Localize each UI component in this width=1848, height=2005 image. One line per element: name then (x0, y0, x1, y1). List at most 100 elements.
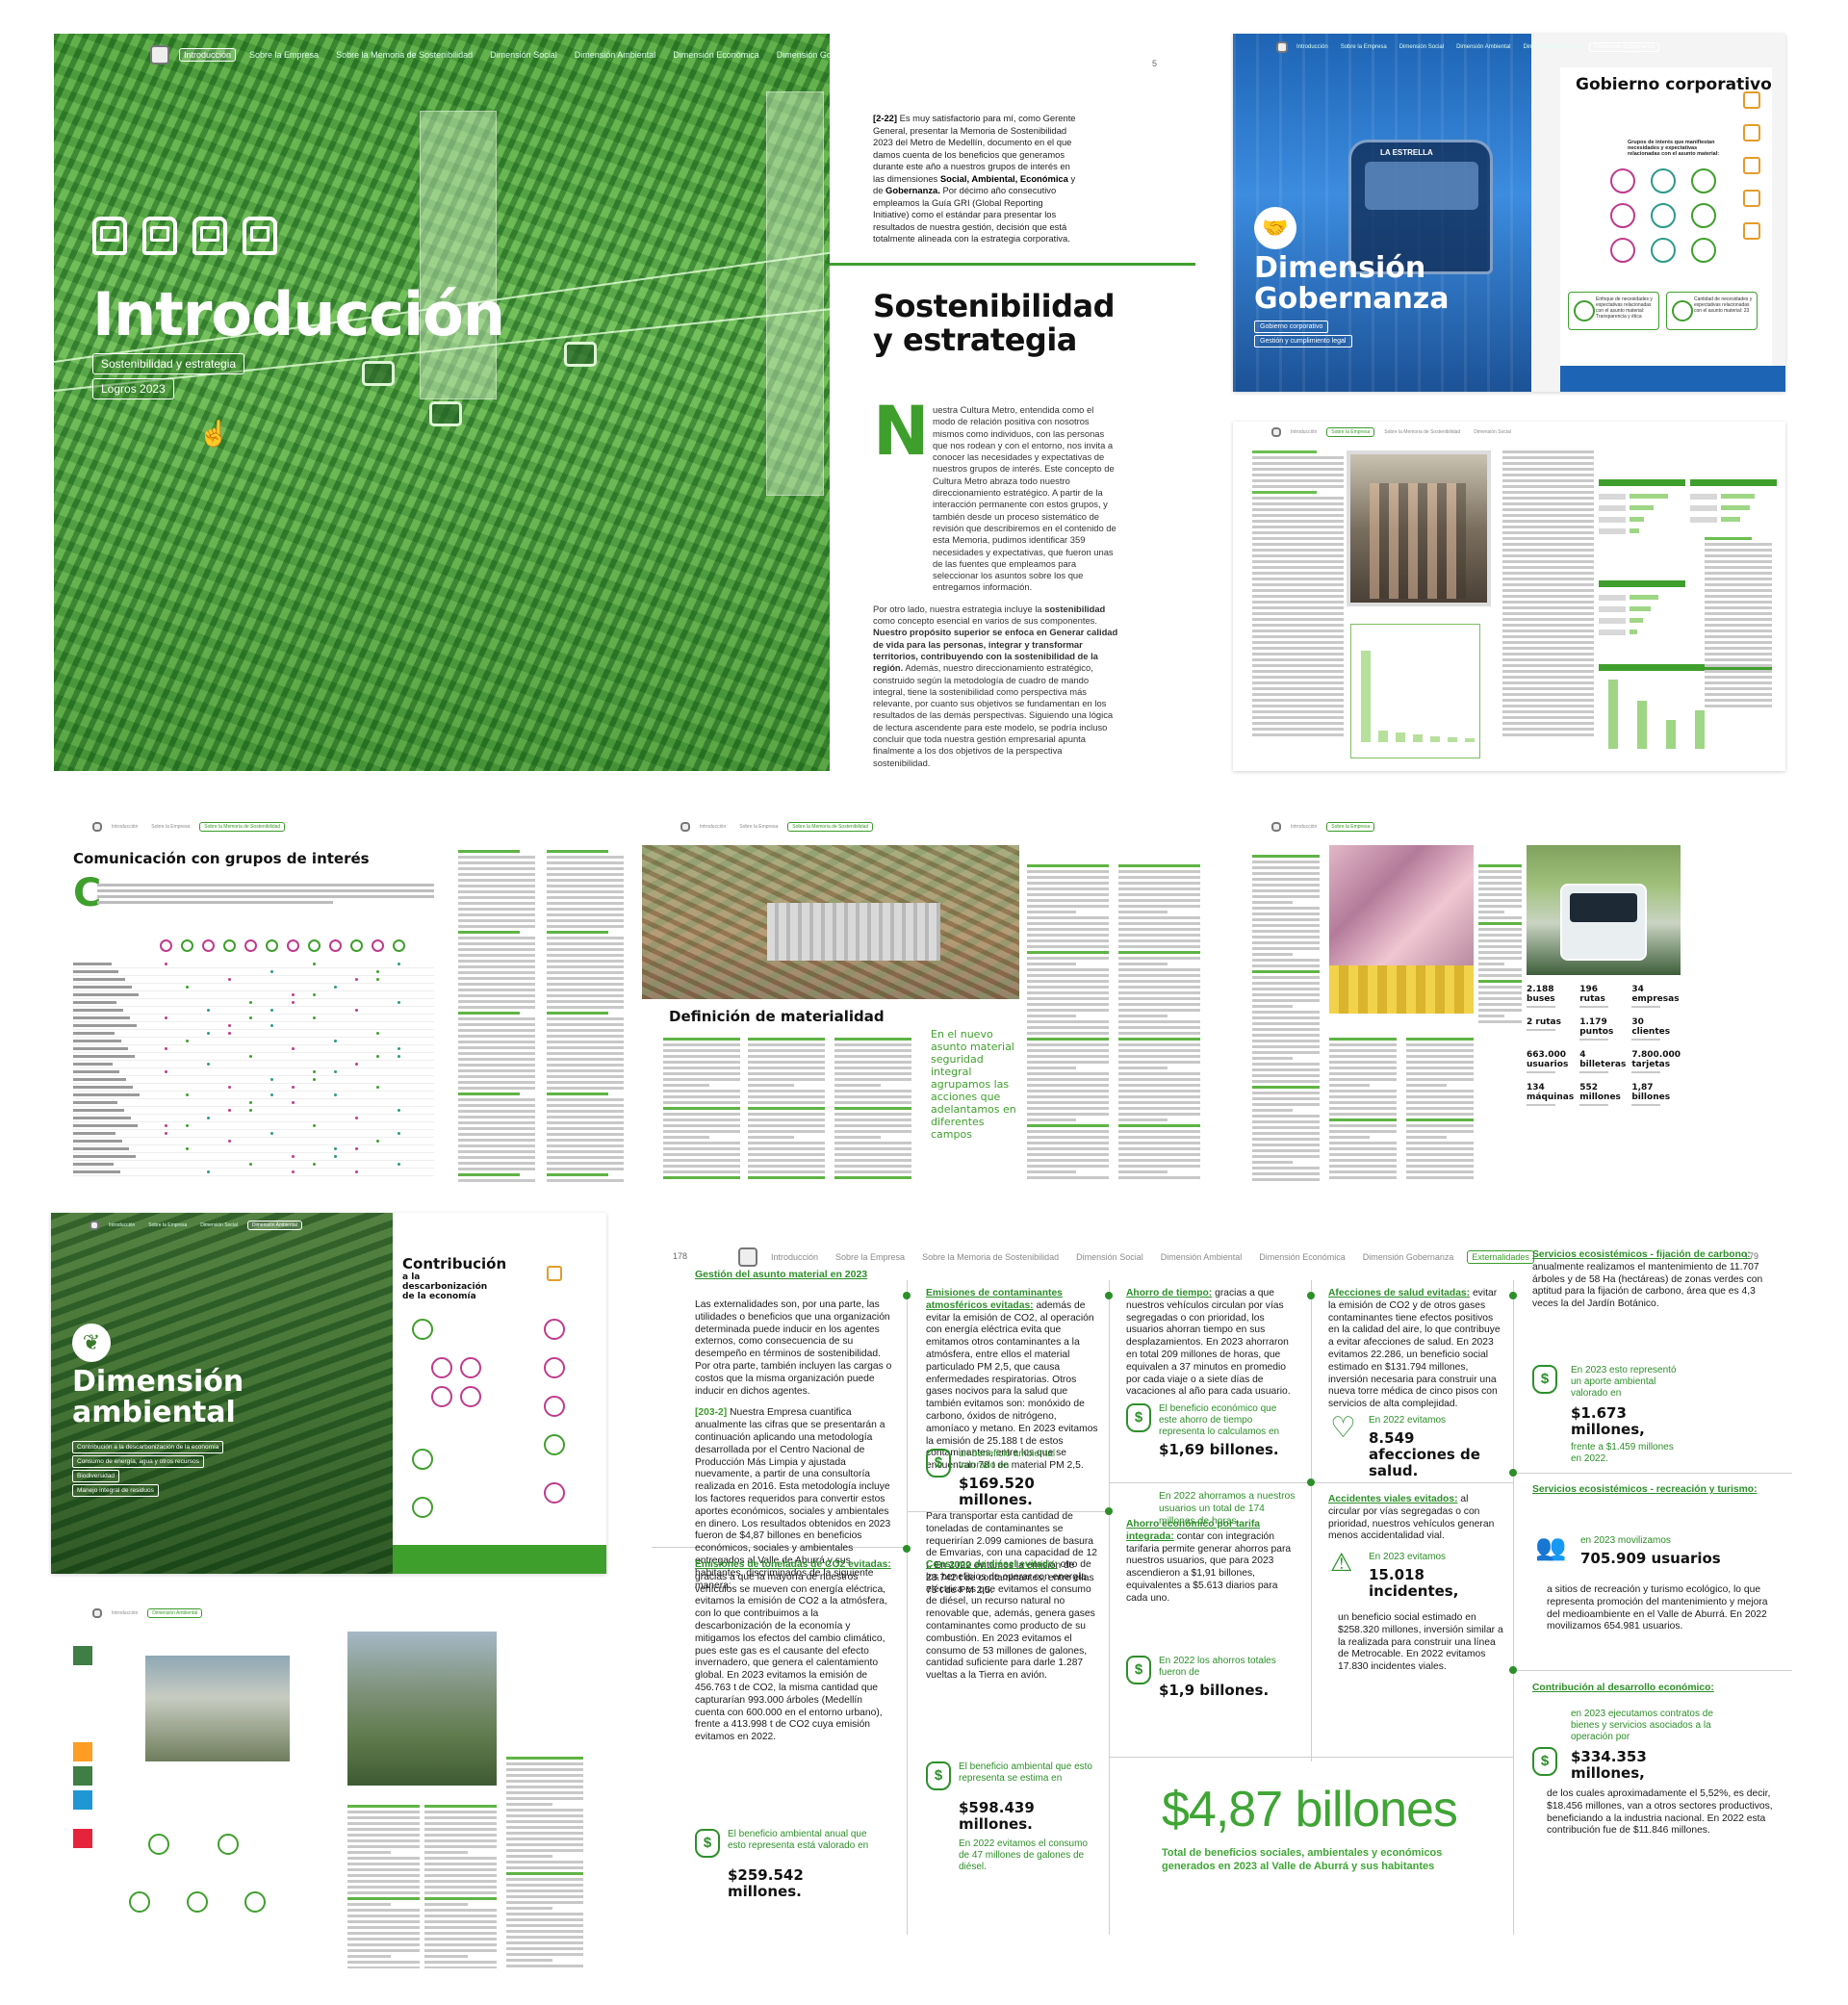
text-line (663, 1176, 740, 1179)
tag-descarbonizacion[interactable]: Contribución a la descarbonización de la… (72, 1441, 224, 1453)
text-line (506, 1965, 583, 1967)
money-bag-icon: $ (695, 1829, 720, 1858)
nav-economica[interactable]: Dimensión Económica (1519, 43, 1584, 51)
nav-social[interactable]: Dimensión Social (486, 49, 561, 61)
nav-empresa[interactable]: Sobre la Empresa (735, 823, 782, 831)
nav-externalidades[interactable]: Externalidades (1467, 1250, 1534, 1264)
nav-ambiental[interactable]: Dimensión Ambiental (1452, 43, 1514, 51)
nav-memoria[interactable]: Sobre la Memoria de Sostenibilidad (918, 1251, 1063, 1263)
text-line (748, 1159, 825, 1162)
metro-logo-icon[interactable] (92, 822, 102, 832)
text-line (1252, 930, 1320, 933)
matrix-dot (270, 1132, 273, 1135)
body-text: Además, nuestro direccionamiento estraté… (873, 662, 1114, 768)
tag-biodiversidad[interactable]: Biodiversidad (72, 1470, 120, 1482)
nav-empresa[interactable]: Sobre la Empresa (147, 823, 193, 831)
nav-ambiental[interactable]: Dimensión Ambiental (571, 49, 660, 61)
text-line (1406, 1113, 1474, 1116)
text-line (1406, 1101, 1474, 1104)
nav-economica[interactable]: Dimensión Económica (1255, 1251, 1349, 1263)
nav-intro[interactable]: Introducción (696, 823, 730, 831)
text-line (547, 1139, 624, 1142)
train-window (1365, 162, 1478, 210)
text-line (1406, 1038, 1474, 1041)
nav-gobernanza[interactable]: Dimensión Gobernanza (1589, 42, 1660, 52)
text-line (834, 1078, 911, 1081)
matrix-dot (313, 963, 316, 965)
metro-logo-icon[interactable] (92, 1608, 102, 1618)
tag-residuos[interactable]: Manejo integral de residuos (72, 1484, 159, 1497)
matrix-dot (376, 1140, 379, 1143)
tag-energia[interactable]: Consumo de energía, agua y otros recurso… (72, 1455, 204, 1468)
metro-logo-icon[interactable] (738, 1247, 757, 1267)
metro-logo-icon[interactable] (1271, 427, 1281, 437)
matrix-dot (355, 1063, 358, 1066)
nav-memoria[interactable]: Sobre la Memoria de Sostenibilidad (787, 822, 874, 832)
tag-gobierno[interactable]: Gobierno corporativo (1254, 321, 1329, 333)
tag-gestion[interactable]: Gestión y cumplimiento legal (1254, 335, 1352, 347)
text-line (1118, 1095, 1200, 1098)
text-line (1478, 945, 1522, 948)
text-line (506, 1855, 552, 1858)
nav-memoria[interactable]: Sobre la Memoria de Sostenibilidad (199, 822, 286, 832)
nav-memoria[interactable]: Sobre la Memoria de Sostenibilidad (1380, 428, 1464, 436)
metro-logo-icon[interactable] (150, 45, 169, 64)
nav-intro[interactable]: Introducción (105, 1221, 139, 1229)
nav-empresa[interactable]: Sobre la Empresa (1337, 43, 1391, 51)
text-line (547, 1133, 624, 1136)
nav-intro[interactable]: Introducción (767, 1251, 822, 1263)
stakeholders-subtitle: Grupos de interés que manifiestan necesi… (1628, 140, 1720, 157)
nav-empresa[interactable]: Sobre la Empresa (245, 49, 322, 61)
nav-ambiental[interactable]: Dimensión Ambiental (1157, 1251, 1246, 1263)
nav-intro[interactable]: Introducción (1287, 428, 1321, 436)
text-line (1252, 970, 1320, 973)
metro-logo-icon[interactable] (90, 1221, 99, 1230)
nav-memoria[interactable]: Sobre la Memoria de Sostenibilidad (332, 49, 476, 61)
text-line (1027, 1101, 1109, 1104)
tag-sostenibilidad[interactable]: Sostenibilidad y estrategia (92, 353, 245, 374)
nav-social[interactable]: Dimensión Social (196, 1221, 242, 1229)
procedure-icon (187, 1891, 208, 1913)
nav-ambiental[interactable]: Dimensión Ambiental (147, 1608, 203, 1618)
nav-gobernanza[interactable]: Dimensión Gobernanza (773, 49, 830, 61)
metro-logo-icon[interactable] (680, 822, 690, 832)
nav-intro[interactable]: Introducción (1293, 43, 1332, 51)
top-navigation: Introducción Sobre la Empresa Dimensión … (90, 1221, 302, 1230)
text-line (347, 1805, 420, 1808)
nav-empresa[interactable]: Sobre la Empresa (832, 1251, 909, 1263)
nav-intro[interactable]: Introducción (1287, 823, 1321, 831)
group-icon (329, 939, 342, 952)
callout-lead: En 2022 evitamos (1369, 1415, 1447, 1426)
nav-social[interactable]: Dimensión Social (1470, 428, 1515, 436)
nav-intro[interactable]: Introducción (108, 823, 141, 831)
nav-intro[interactable]: Introducción (179, 48, 237, 62)
text-line (1478, 876, 1522, 879)
text-line (1252, 1057, 1293, 1060)
text-line (1329, 1142, 1397, 1144)
text-line (1329, 1055, 1397, 1058)
nav-empresa[interactable]: Sobre la Empresa (1326, 822, 1375, 832)
handshake-icon: 🤝 (1254, 207, 1296, 249)
text-line (424, 1961, 497, 1964)
nav-ambiental[interactable]: Dimensión Ambiental (246, 1221, 302, 1230)
matrix-dot (186, 1147, 189, 1150)
nav-intro[interactable]: Introducción (108, 1609, 141, 1617)
money-bag-icon: $ (926, 1761, 951, 1790)
text-line (347, 1834, 420, 1837)
metro-logo-icon[interactable] (1276, 41, 1288, 53)
matrix-dot (376, 978, 379, 981)
text-line (458, 1173, 520, 1176)
text-line (547, 1075, 624, 1078)
bus-icon (142, 217, 177, 255)
nav-empresa[interactable]: Sobre la Empresa (144, 1221, 191, 1229)
chart-bar (1695, 710, 1705, 749)
nav-gobernanza[interactable]: Dimensión Gobernanza (1359, 1251, 1458, 1263)
nav-empresa[interactable]: Sobre la Empresa (1326, 427, 1375, 437)
nav-social[interactable]: Dimensión Social (1396, 43, 1448, 51)
materialidad-spread: Introducción Sobre la Empresa Sobre la M… (642, 816, 1214, 1182)
nav-social[interactable]: Dimensión Social (1072, 1251, 1147, 1263)
tag-logros[interactable]: Logros 2023 (92, 378, 174, 399)
nav-economica[interactable]: Dimensión Económica (669, 49, 763, 61)
metro-logo-icon[interactable] (1271, 822, 1281, 832)
divider (830, 263, 1195, 266)
